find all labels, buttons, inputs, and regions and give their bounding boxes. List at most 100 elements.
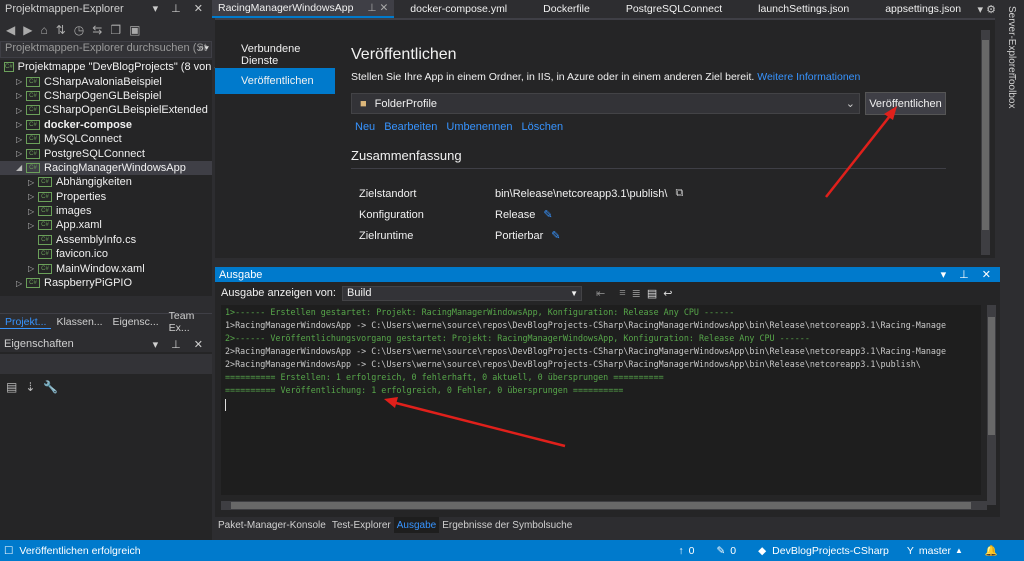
home-icon[interactable]: ⌂ — [40, 23, 47, 37]
tab-dockerfile[interactable]: Dockerfile — [537, 0, 596, 18]
edit-pencil-icon[interactable]: ✎ — [543, 208, 552, 221]
repo-icon[interactable]: ◆ — [758, 545, 766, 557]
show-all-files-icon[interactable]: ▣ — [129, 23, 140, 37]
push-icon[interactable]: ↑ — [678, 545, 683, 557]
tree-item[interactable]: C# Projektmappe "DevBlogProjects" (8 von … — [0, 60, 231, 74]
tab-menu-icon[interactable]: ▾ ⚙ — [978, 3, 996, 16]
toolbox-tab[interactable]: Toolbox — [1006, 74, 1017, 108]
changes-count[interactable]: 0 — [730, 545, 736, 557]
search-icon[interactable]: ⌕▾ — [198, 42, 209, 55]
more-info-link[interactable]: Weitere Informationen — [757, 71, 860, 83]
copy-icon[interactable]: ⧉ — [675, 187, 683, 200]
tab-solution-explorer[interactable]: Projekt... — [0, 316, 52, 329]
expanded-arrow-icon[interactable]: ◢ — [16, 163, 26, 172]
expand-arrow-icon[interactable]: ▷ — [28, 264, 38, 273]
output-hscrollbar[interactable] — [221, 501, 987, 510]
pencil-icon[interactable]: ✎ — [716, 545, 725, 557]
notification-bell-icon[interactable]: 🔔 — [985, 544, 998, 557]
tree-item-label: CSharpOgenGLBeispiel — [44, 89, 162, 102]
push-count[interactable]: 0 — [689, 545, 695, 557]
nav-publish[interactable]: Veröffentlichen — [215, 68, 335, 94]
tab-launchsettings[interactable]: launchSettings.json — [752, 0, 855, 18]
expand-arrow-icon[interactable]: ▷ — [16, 120, 26, 129]
output-toolbar: Ausgabe anzeigen von: Build ▼ ⇤ ≡ ≣ ▤ ↩ — [215, 282, 1000, 304]
history-icon[interactable]: ◷ — [74, 23, 84, 37]
forward-icon[interactable]: ▶ — [23, 23, 32, 37]
expand-arrow-icon[interactable]: ▷ — [16, 135, 26, 144]
tree-item[interactable]: ▷ C# CSharpOpenGLBeispielExtended — [0, 103, 212, 117]
tab-racingmanager[interactable]: RacingManagerWindowsApp ⊥ ✕ — [212, 0, 395, 18]
tree-item[interactable]: ▷ C# Properties — [0, 190, 212, 204]
tree-item[interactable]: ▷ C# RaspberryPiGPIO — [0, 276, 212, 290]
back-icon[interactable]: ◀ — [6, 23, 15, 37]
categorized-icon[interactable]: ▤ — [6, 380, 17, 394]
expand-arrow-icon[interactable]: ▷ — [16, 106, 26, 115]
tree-item[interactable]: ▷ C# images — [0, 204, 212, 218]
switch-views-icon[interactable]: ⇅ — [56, 23, 66, 37]
expand-arrow-icon[interactable]: ▷ — [28, 192, 38, 201]
tree-item[interactable]: ◢ C# RacingManagerWindowsApp — [0, 160, 212, 176]
solution-explorer-search[interactable]: Projektmappen-Explorer durchsuchen (St ⌕… — [0, 41, 212, 58]
tree-item[interactable]: ▷ C# App.xaml — [0, 218, 212, 232]
tab-appsettings[interactable]: appsettings.json — [879, 0, 967, 18]
tab-package-manager-console[interactable]: Paket-Manager-Konsole — [215, 517, 329, 533]
publish-scrollbar[interactable] — [981, 30, 990, 255]
new-link[interactable]: Neu — [355, 121, 375, 133]
output-text[interactable]: 1>------ Erstellen gestartet: Projekt: R… — [221, 305, 981, 495]
next-message-icon[interactable]: ≣ — [632, 287, 641, 300]
edit-pencil-icon[interactable]: ✎ — [551, 229, 560, 242]
edit-link[interactable]: Bearbeiten — [384, 121, 437, 133]
tab-symbol-search[interactable]: Ergebnisse der Symbolsuche — [439, 517, 575, 533]
nav-connected-services[interactable]: Verbundene Dienste — [215, 42, 335, 68]
tree-item-label: favicon.ico — [56, 248, 108, 261]
tree-item[interactable]: ▷ C# Abhängigkeiten — [0, 175, 212, 189]
expand-arrow-icon[interactable]: ▷ — [28, 207, 38, 216]
delete-link[interactable]: Löschen — [521, 121, 563, 133]
panel-controls[interactable]: ▾ ⊥ ✕ — [153, 338, 208, 351]
tab-postgresqlconnect[interactable]: PostgreSQLConnect — [620, 0, 728, 18]
tree-item[interactable]: ▷ C# CSharpAvaloniaBeispiel — [0, 74, 212, 88]
sync-icon[interactable]: ⇆ — [92, 23, 102, 37]
tab-class-view[interactable]: Klassen... — [51, 316, 107, 328]
tab-docker-compose[interactable]: docker-compose.yml — [404, 0, 513, 18]
summary-label: Konfiguration — [359, 208, 424, 221]
collapse-all-icon[interactable]: ❐ — [110, 23, 121, 37]
tab-properties[interactable]: Eigensc... — [108, 316, 164, 328]
goto-message-icon[interactable]: ⇤ — [596, 287, 605, 300]
tree-item[interactable]: C# favicon.ico — [0, 247, 212, 261]
publish-title: Veröffentlichen — [351, 46, 457, 63]
profile-dropdown[interactable]: ■ FolderProfile ⌄ — [351, 93, 860, 114]
tree-item[interactable]: ▷ C# MainWindow.xaml — [0, 261, 212, 275]
tree-item[interactable]: ▷ C# MySQLConnect — [0, 132, 212, 146]
tab-test-explorer[interactable]: Test-Explorer — [329, 517, 394, 533]
branch-name[interactable]: master — [919, 545, 951, 557]
output-source-dropdown[interactable]: Build ▼ — [341, 285, 582, 301]
publish-button[interactable]: Veröffentlichen — [865, 92, 946, 115]
property-pages-icon[interactable]: 🔧 — [43, 380, 58, 394]
server-explorer-tab[interactable]: Server-Explorer — [1006, 6, 1017, 76]
expand-arrow-icon[interactable]: ▷ — [16, 149, 26, 158]
summary-table: Zielstandort bin\Release\netcoreapp3.1\pu… — [359, 183, 683, 246]
tree-item[interactable]: ▷ C# PostgreSQLConnect — [0, 146, 212, 160]
expand-arrow-icon[interactable]: ▷ — [16, 91, 26, 100]
output-vscrollbar[interactable] — [987, 305, 996, 505]
expand-arrow-icon[interactable]: ▷ — [16, 77, 26, 86]
tree-item[interactable]: ▷ C# CSharpOgenGLBeispiel — [0, 89, 212, 103]
tab-output[interactable]: Ausgabe — [393, 517, 440, 533]
expand-arrow-icon[interactable]: ▷ — [16, 279, 26, 288]
expand-arrow-icon[interactable]: ▷ — [28, 178, 38, 187]
alphabetical-icon[interactable]: ⇣ — [25, 380, 35, 394]
tab-team-explorer[interactable]: Team Ex... — [164, 310, 212, 334]
find-icon[interactable]: ≡ — [619, 287, 625, 299]
word-wrap-icon[interactable]: ↩ — [663, 287, 672, 300]
tree-item[interactable]: ▷ C# docker-compose — [0, 118, 212, 132]
panel-controls[interactable]: ▾ ⊥ ✕ — [153, 2, 208, 15]
clear-all-icon[interactable]: ▤ — [647, 287, 657, 300]
rename-link[interactable]: Umbenennen — [446, 121, 512, 133]
branch-icon[interactable]: Y — [907, 545, 914, 557]
panel-controls[interactable]: ▾ ⊥ ✕ — [941, 268, 996, 281]
publish-subtitle: Stellen Sie Ihre App in einem Ordner, in… — [351, 71, 755, 83]
tree-item[interactable]: C# AssemblyInfo.cs — [0, 233, 212, 247]
repo-name[interactable]: DevBlogProjects-CSharp — [772, 545, 889, 557]
expand-arrow-icon[interactable]: ▷ — [28, 221, 38, 230]
